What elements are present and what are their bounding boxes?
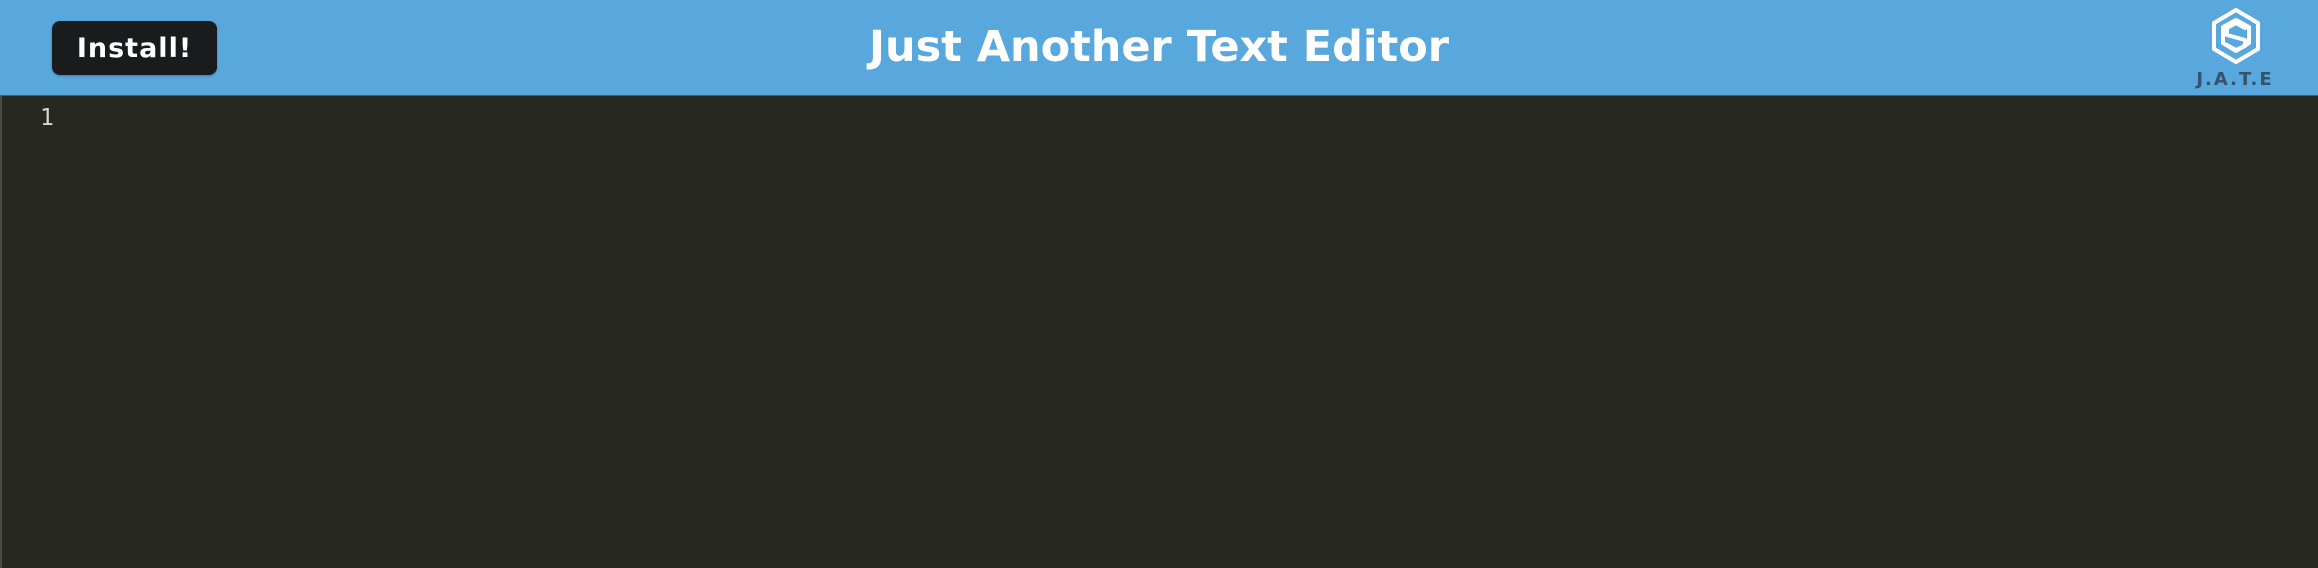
app-window: Install! Just Another Text Editor J.A.T.… bbox=[0, 0, 2318, 568]
app-title: Just Another Text Editor bbox=[869, 22, 1449, 72]
hexagon-logo-icon bbox=[2212, 8, 2260, 64]
install-button[interactable]: Install! bbox=[52, 21, 217, 75]
editor-line[interactable] bbox=[84, 105, 2318, 135]
line-number: 1 bbox=[40, 105, 54, 131]
jate-logo: J.A.T.E bbox=[2190, 7, 2280, 93]
line-number-gutter: 1 bbox=[2, 96, 72, 568]
code-editor[interactable]: 1 bbox=[0, 96, 2318, 568]
logo-text: J.A.T.E bbox=[2196, 69, 2274, 90]
top-navbar: Install! Just Another Text Editor J.A.T.… bbox=[0, 0, 2318, 96]
